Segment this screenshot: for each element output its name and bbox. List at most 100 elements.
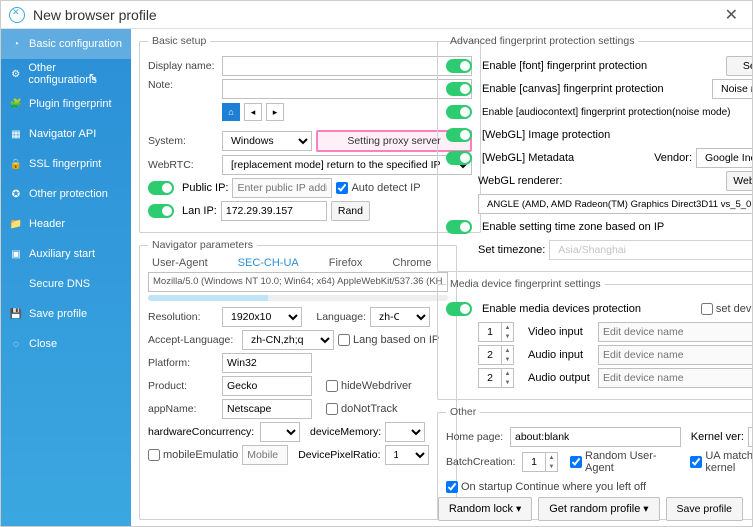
lan-ip-toggle[interactable]: [148, 204, 174, 218]
hide-webdriver-checkbox[interactable]: hideWebdriver: [326, 380, 412, 392]
platform-input[interactable]: [222, 353, 312, 373]
sidebar-label: Basic configuration: [29, 38, 122, 50]
ua-string-input[interactable]: Mozilla/5.0 (Windows NT 10.0; Win64; x64…: [148, 272, 448, 292]
lan-ip-label: Lan IP:: [182, 205, 217, 217]
sidebar-icon: ◌: [9, 337, 23, 351]
ua-tab-chrome[interactable]: Chrome: [392, 257, 431, 269]
startup-continue-checkbox[interactable]: On startup Continue where you left off: [446, 481, 646, 493]
home-icon[interactable]: ⌂: [222, 103, 240, 121]
sidebar-item-10[interactable]: ◌Close: [1, 329, 131, 359]
sidebar-item-1[interactable]: ⚙Other configurations: [1, 59, 131, 89]
sidebar-item-6[interactable]: 📁Header: [1, 209, 131, 239]
webgl-info-button[interactable]: WebGL Info: [726, 171, 752, 191]
close-icon[interactable]: ✕: [719, 5, 744, 25]
sidebar-item-0[interactable]: ◔ Basic configuration: [1, 29, 131, 59]
devmem-select[interactable]: 8: [385, 422, 425, 442]
audio-out-count-spinner[interactable]: ▲▼: [478, 368, 514, 388]
get-random-profile-button[interactable]: Get random profile ▾: [538, 497, 659, 521]
accept-lang-select[interactable]: zh-CN,zh;q=0.9: [242, 330, 334, 350]
other-legend: Other: [446, 406, 480, 418]
timezone-toggle[interactable]: [446, 220, 472, 234]
set-font-button[interactable]: Set font: [726, 56, 752, 76]
sidebar-icon: ◔: [9, 37, 23, 51]
video-count-spinner[interactable]: ▲▼: [478, 322, 514, 342]
resolution-select[interactable]: 1920x1080: [222, 307, 302, 327]
save-profile-button[interactable]: Save profile: [666, 497, 743, 521]
sidebar-icon: 🔒: [9, 157, 23, 171]
sidebar-icon: 🧩: [9, 97, 23, 111]
sidebar-item-2[interactable]: 🧩Plugin fingerprint: [1, 89, 131, 119]
homepage-input[interactable]: [510, 427, 681, 447]
webrtc-select[interactable]: [replacement mode] return to the specifi…: [222, 155, 472, 175]
appname-input[interactable]: [222, 399, 312, 419]
navigator-legend: Navigator parameters: [148, 239, 257, 251]
system-select[interactable]: Windows: [222, 131, 312, 151]
webgl-meta-toggle[interactable]: [446, 151, 472, 165]
audio-toggle[interactable]: [446, 105, 472, 119]
sidebar-item-5[interactable]: ✪Other protection: [1, 179, 131, 209]
sidebar-item-9[interactable]: 💾Save profile: [1, 299, 131, 329]
set-device-name-checkbox[interactable]: set device name: [701, 303, 752, 315]
kernel-select[interactable]: 115: [748, 427, 752, 447]
accept-lang-label: Accept-Language:: [148, 334, 238, 346]
renderer-select[interactable]: ANGLE (AMD, AMD Radeon(TM) Graphics Dire…: [478, 194, 752, 214]
media-toggle[interactable]: [446, 302, 472, 316]
language-select[interactable]: zh-CN: [370, 307, 430, 327]
audio-in-name-input: [598, 345, 752, 365]
basic-setup-legend: Basic setup: [148, 35, 210, 47]
canvas-mode-select[interactable]: Noise mode B: [712, 79, 752, 99]
vendor-label: Vendor:: [654, 152, 692, 164]
navigator-group: Navigator parameters User-Agent SEC-CH-U…: [139, 239, 457, 520]
sidebar-label: Navigator API: [29, 128, 96, 140]
next-icon[interactable]: ▸: [266, 103, 284, 121]
media-enable-label: Enable media devices protection: [482, 303, 641, 315]
donottrack-checkbox[interactable]: doNotTrack: [326, 403, 397, 415]
display-name-input[interactable]: [222, 56, 472, 76]
ua-match-checkbox[interactable]: UA matching kernel: [690, 450, 752, 474]
video-name-input: [598, 322, 752, 342]
timezone-select[interactable]: Asia/Shanghai: [549, 240, 752, 260]
webgl-img-toggle[interactable]: [446, 128, 472, 142]
sidebar-label: Header: [29, 218, 65, 230]
sidebar-item-3[interactable]: ▦Navigator API: [1, 119, 131, 149]
product-input[interactable]: [222, 376, 312, 396]
footer-buttons: Random lock ▾ Get random profile ▾ Save …: [438, 497, 743, 521]
public-ip-input[interactable]: [232, 178, 332, 198]
ua-tab-firefox[interactable]: Firefox: [329, 257, 363, 269]
sidebar-item-7[interactable]: ▣Auxiliary start: [1, 239, 131, 269]
sidebar-item-8[interactable]: Secure DNS: [1, 269, 131, 299]
video-input-label: Video input: [528, 326, 594, 338]
homepage-label: Home page:: [446, 431, 506, 443]
public-ip-label: Public IP:: [182, 182, 228, 194]
dpr-select[interactable]: 1.0: [385, 445, 429, 465]
ua-slider[interactable]: [148, 295, 448, 301]
sidebar-label: Other configurations: [28, 62, 123, 86]
audio-in-count-spinner[interactable]: ▲▼: [478, 345, 514, 365]
sidebar-icon: [9, 277, 23, 291]
lang-based-ip-checkbox[interactable]: Lang based on IP: [338, 334, 439, 346]
set-timezone-label: Set timezone:: [478, 244, 545, 256]
batch-spinner[interactable]: ▲▼: [522, 452, 558, 472]
font-toggle[interactable]: [446, 59, 472, 73]
kernel-label: Kernel ver:: [691, 431, 744, 443]
sidebar-item-4[interactable]: 🔒SSL fingerprint: [1, 149, 131, 179]
hwconc-select[interactable]: 8: [260, 422, 300, 442]
titlebar: New browser profile ✕: [1, 1, 752, 29]
advanced-legend: Advanced fingerprint protection settings: [446, 35, 638, 47]
random-ua-checkbox[interactable]: Random User-Agent: [570, 450, 680, 474]
canvas-toggle[interactable]: [446, 82, 472, 96]
rand-button[interactable]: Rand: [331, 201, 370, 221]
vendor-select[interactable]: Google Inc. (AMD: [696, 148, 752, 168]
batch-label: BatchCreation:: [446, 456, 518, 468]
note-input[interactable]: [222, 79, 472, 99]
lan-ip-input[interactable]: [221, 201, 327, 221]
advanced-group: Advanced fingerprint protection settings…: [437, 35, 752, 272]
basic-setup-group: Basic setup Display name: Note: ⌂ ◂ ▸ Sy…: [139, 35, 481, 233]
ua-tab-sec[interactable]: SEC-CH-UA: [238, 257, 299, 269]
auto-detect-checkbox[interactable]: Auto detect IP: [336, 182, 420, 194]
random-lock-button[interactable]: Random lock ▾: [438, 497, 532, 521]
prev-icon[interactable]: ◂: [244, 103, 262, 121]
mobile-emu-checkbox[interactable]: mobileEmulatio: [148, 449, 238, 461]
public-ip-toggle[interactable]: [148, 181, 174, 195]
media-group: Media device fingerprint settings Enable…: [437, 278, 752, 400]
